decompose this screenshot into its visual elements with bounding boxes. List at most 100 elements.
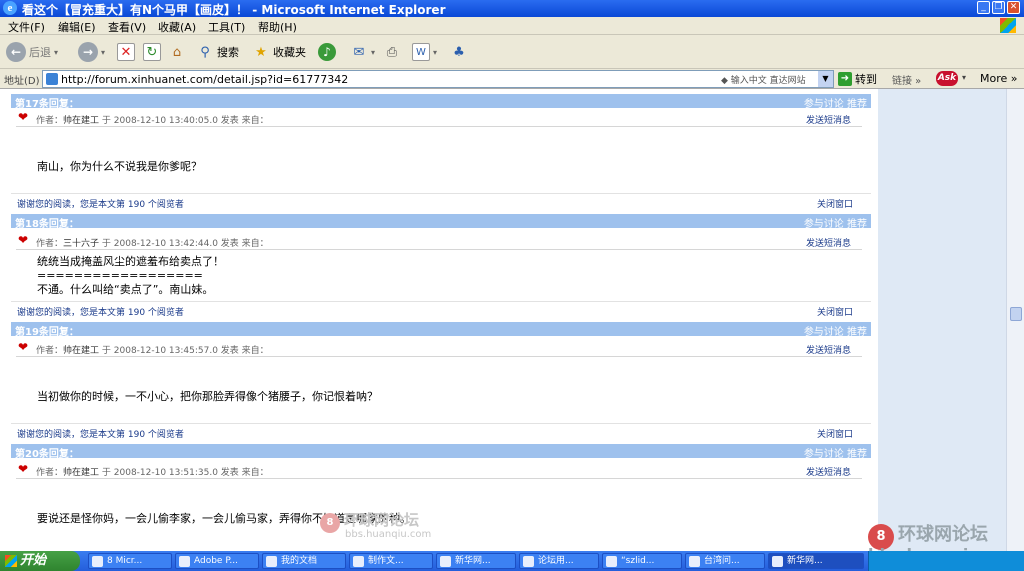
- mail-icon: ✉: [353, 44, 365, 60]
- menu-favorites[interactable]: 收藏(A): [158, 19, 196, 35]
- ie-logo-icon: e: [3, 1, 17, 15]
- stop-button[interactable]: ✕: [117, 41, 135, 63]
- reply-footer: 谢谢您的阅读，您是本文第 190 个阅览者 关闭窗口: [17, 305, 853, 318]
- links-button[interactable]: 链接 »: [892, 72, 921, 87]
- vertical-scrollbar[interactable]: [1006, 89, 1024, 551]
- ie-icon: [606, 556, 617, 567]
- watermark-text: 环球网论坛: [898, 524, 988, 545]
- heart-icon: ❤: [18, 462, 29, 476]
- reply-header: 第19条回复： 参与讨论 推荐: [11, 322, 871, 338]
- reply-meta: ❤ 作者：三十六子 于 2008-12-10 13:42:44.0 发表 来自：…: [18, 233, 851, 249]
- taskbar-item[interactable]: 台湾问...: [685, 553, 765, 569]
- stop-icon: ✕: [117, 43, 135, 61]
- close-window-link[interactable]: 关闭窗口: [817, 197, 853, 210]
- taskbar-item[interactable]: 新华网...: [436, 553, 516, 569]
- address-url[interactable]: http://forum.xinhuanet.com/detail.jsp?id…: [61, 73, 348, 86]
- reply-meta: ❤ 作者：帅在建工 于 2008-12-10 13:40:05.0 发表 来自：…: [18, 110, 851, 126]
- close-window-link[interactable]: 关闭窗口: [817, 305, 853, 318]
- home-button[interactable]: ⌂: [168, 41, 186, 63]
- discuss-recommend-links[interactable]: 参与讨论 推荐: [804, 95, 867, 110]
- taskbar-item[interactable]: 我的文档: [262, 553, 346, 569]
- reply-footer: 谢谢您的阅读，您是本文第 190 个阅览者 关闭窗口: [17, 427, 853, 440]
- forward-button[interactable]: → ▾: [78, 41, 105, 63]
- send-message-link[interactable]: 发送短消息: [806, 465, 851, 478]
- more-button[interactable]: More »: [980, 72, 1018, 85]
- back-button[interactable]: ← 后退 ▾: [6, 41, 58, 63]
- menu-help[interactable]: 帮助(H): [258, 19, 297, 35]
- scrollbar-thumb[interactable]: [1010, 307, 1022, 321]
- send-message-link[interactable]: 发送短消息: [806, 236, 851, 249]
- taskbar-item[interactable]: 论坛用...: [519, 553, 599, 569]
- window-title: 看这个【冒充重大】有N个马甲【画皮】！ - Microsoft Internet…: [22, 3, 446, 17]
- reader-count-text: 谢谢您的阅读，您是本文第 190 个阅览者: [17, 430, 184, 440]
- favorites-button[interactable]: ★ 收藏夹: [252, 41, 306, 63]
- discuss-recommend-links[interactable]: 参与讨论 推荐: [804, 445, 867, 460]
- messenger-button[interactable]: ♣: [450, 41, 468, 63]
- star-icon: ★: [255, 44, 267, 60]
- restore-button[interactable]: ❐: [992, 1, 1005, 14]
- author-name[interactable]: 帅在建工: [63, 346, 99, 356]
- taskbar-item[interactable]: Adobe P...: [175, 553, 259, 569]
- media-icon: ♪: [318, 43, 336, 61]
- print-button[interactable]: ⎙: [383, 41, 401, 63]
- ie-icon: [440, 556, 451, 567]
- chevron-down-icon: ▾: [371, 47, 376, 57]
- divider: [16, 356, 862, 357]
- taskbar-item[interactable]: “szlid...: [602, 553, 682, 569]
- start-label: 开始: [20, 553, 47, 568]
- start-button[interactable]: 开始: [0, 551, 80, 571]
- media-button[interactable]: ♪: [318, 41, 336, 63]
- ask-toolbar-logo[interactable]: Ask: [936, 71, 958, 86]
- menu-file[interactable]: 文件(F): [8, 19, 45, 35]
- home-icon: ⌂: [172, 44, 182, 60]
- divider: [16, 478, 862, 479]
- author-name[interactable]: 三十六子: [63, 239, 99, 249]
- menu-view[interactable]: 查看(V): [108, 19, 146, 35]
- reply-body: 当初做你的时候，一不小心，把你那脸弄得像个猪腰子，你记恨着呐？: [37, 390, 378, 403]
- windows-logo-icon: [1000, 18, 1016, 33]
- close-button[interactable]: ✕: [1007, 1, 1020, 14]
- mail-button[interactable]: ✉ ▾: [350, 41, 375, 63]
- menu-tools[interactable]: 工具(T): [208, 19, 245, 35]
- send-message-link[interactable]: 发送短消息: [806, 343, 851, 356]
- address-dropdown-button[interactable]: ▼: [818, 71, 833, 87]
- search-icon: ⚲: [200, 44, 210, 60]
- ie-icon: [689, 556, 700, 567]
- back-arrow-icon: ←: [6, 42, 26, 62]
- taskbar-item[interactable]: 8 Micr...: [88, 553, 172, 569]
- search-button[interactable]: ⚲ 搜索: [196, 41, 239, 63]
- taskbar-item[interactable]: 制作文...: [349, 553, 433, 569]
- system-tray: [868, 551, 1024, 571]
- taskbar-item-active[interactable]: 新华网...: [768, 553, 864, 569]
- go-label: 转到: [855, 73, 877, 86]
- address-input[interactable]: http://forum.xinhuanet.com/detail.jsp?id…: [42, 70, 834, 88]
- discuss-recommend-links[interactable]: 参与讨论 推荐: [804, 323, 867, 338]
- reply-body: 统统当成掩盖风尘的遮羞布给卖点了！ ================== 不通。…: [37, 255, 224, 296]
- chevron-down-icon: ▾: [433, 47, 438, 57]
- adobe-icon: [179, 556, 190, 567]
- reply-number: 第19条回复：: [15, 327, 79, 338]
- close-window-link[interactable]: 关闭窗口: [817, 427, 853, 440]
- app-icon: [353, 556, 364, 567]
- reply-number: 第18条回复：: [15, 219, 79, 230]
- menu-edit[interactable]: 编辑(E): [58, 19, 96, 35]
- title-bar: e 看这个【冒充重大】有N个马甲【画皮】！ - Microsoft Intern…: [0, 0, 1024, 17]
- divider: [11, 301, 871, 302]
- author-name[interactable]: 帅在建工: [63, 468, 99, 478]
- refresh-icon: ↻: [143, 43, 161, 61]
- author-name[interactable]: 帅在建工: [63, 116, 99, 126]
- discuss-recommend-links[interactable]: 参与讨论 推荐: [804, 215, 867, 230]
- address-bar: 地址(D) http://forum.xinhuanet.com/detail.…: [0, 69, 1024, 89]
- address-label: 地址(D): [4, 76, 40, 87]
- chevron-down-icon[interactable]: ▾: [962, 73, 966, 82]
- huanqiu-logo-icon: 8: [320, 513, 340, 533]
- minimize-button[interactable]: _: [977, 1, 990, 14]
- heart-icon: ❤: [18, 340, 29, 354]
- edit-page-icon: W: [412, 43, 430, 61]
- edit-button[interactable]: W ▾: [412, 41, 437, 63]
- send-message-link[interactable]: 发送短消息: [806, 113, 851, 126]
- search-label: 搜索: [217, 46, 239, 59]
- go-button[interactable]: ➜ 转到: [838, 71, 877, 87]
- chevron-down-icon: ▾: [101, 47, 106, 57]
- refresh-button[interactable]: ↻: [143, 41, 161, 63]
